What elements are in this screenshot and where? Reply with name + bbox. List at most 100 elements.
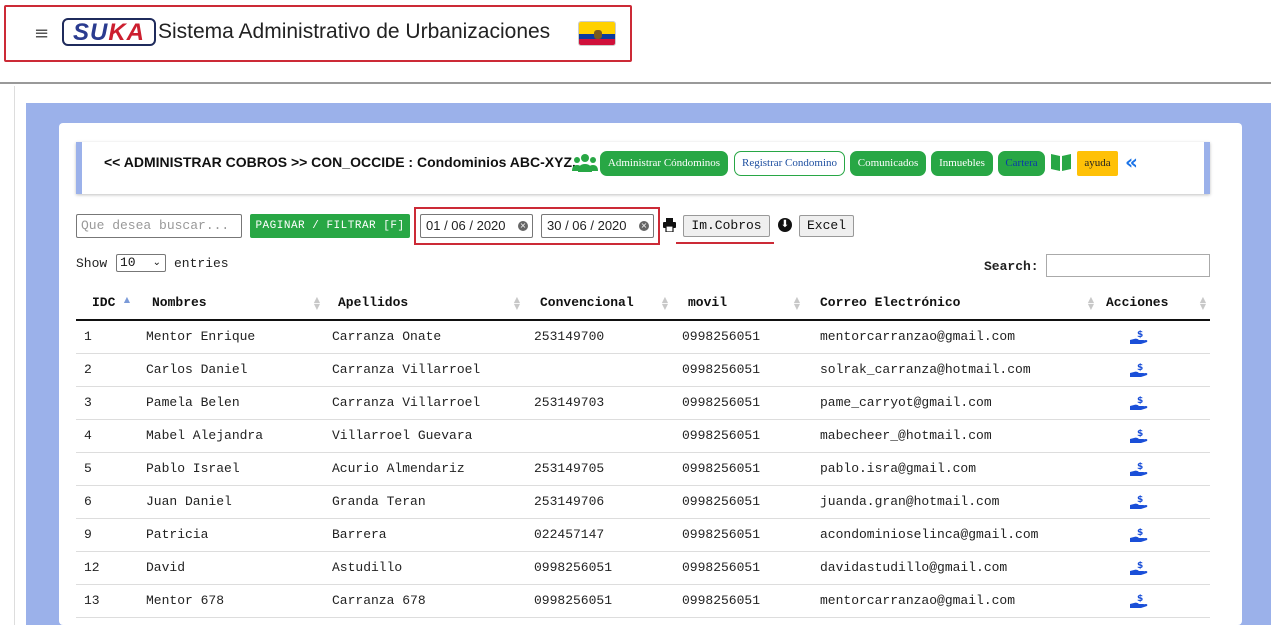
comunicados-button[interactable]: Comunicados: [850, 151, 926, 176]
table-row: 2 Carlos Daniel Carranza Villarroel 0998256…: [76, 353, 1210, 387]
app-header: ≡ SUKA Sistema Administrativo de Urbaniz…: [4, 5, 632, 62]
cell-acciones: $: [1098, 419, 1210, 453]
cell-convencional: 022457147: [524, 518, 672, 552]
cell-nombres: Carlos Daniel: [134, 353, 324, 387]
cell-acciones: $: [1098, 353, 1210, 387]
excel-button[interactable]: Excel: [799, 215, 854, 237]
column-header-convencional[interactable]: Convencional ▲ ▼: [524, 286, 672, 321]
sort-icon: ▲ ▼: [513, 295, 520, 311]
cell-apellidos: Acurio Almendariz: [324, 452, 524, 486]
clear-icon[interactable]: ×: [639, 221, 649, 231]
cell-idc: 12: [76, 551, 134, 585]
cell-convencional: 253149700: [524, 320, 672, 354]
cell-movil: 0998256051: [672, 386, 804, 420]
hamburger-icon[interactable]: ≡: [34, 25, 49, 43]
cell-idc: 6: [76, 485, 134, 519]
printer-icon[interactable]: [663, 218, 676, 232]
cell-movil: 0998256051: [672, 320, 804, 354]
cell-correo: davidastudillo@gmail.com: [804, 551, 1098, 585]
cell-convencional: 253149705: [524, 452, 672, 486]
cell-acciones: $: [1098, 485, 1210, 519]
payment-hand-icon[interactable]: $: [1130, 329, 1148, 345]
sort-asc-icon: ▲: [123, 295, 130, 304]
cell-acciones: $: [1098, 452, 1210, 486]
table-row: 4 Mabel Alejandra Villarroel Guevara 099825…: [76, 419, 1210, 453]
column-header-apellidos[interactable]: Apellidos ▲ ▼: [324, 286, 524, 321]
cell-apellidos: Carranza Villarroel: [324, 386, 524, 420]
cell-movil: 0998256051: [672, 518, 804, 552]
date-from-value: 01 / 06 / 2020: [426, 218, 506, 233]
search-input[interactable]: Que desea buscar...: [76, 214, 242, 238]
cell-movil: 0998256051: [672, 485, 804, 519]
column-header-acciones[interactable]: Acciones ▲ ▼: [1098, 286, 1210, 321]
svg-text:$: $: [1137, 528, 1143, 538]
cell-idc: 1: [76, 320, 134, 354]
payment-hand-icon[interactable]: $: [1130, 461, 1148, 477]
cell-correo: acondominioselinca@gmail.com: [804, 518, 1098, 552]
svg-text:$: $: [1137, 396, 1143, 406]
payment-hand-icon[interactable]: $: [1130, 395, 1148, 411]
cell-convencional: 0998256051: [524, 551, 672, 585]
cartera-button[interactable]: Cartera: [998, 151, 1045, 176]
cell-nombres: Juan Daniel: [134, 485, 324, 519]
sort-icon: ▲ ▼: [793, 295, 800, 311]
payment-hand-icon[interactable]: $: [1130, 428, 1148, 444]
date-to-value: 30 / 06 / 2020: [547, 218, 627, 233]
cell-idc: 13: [76, 584, 134, 618]
column-header-nombres[interactable]: Nombres ▲ ▼: [134, 286, 324, 321]
cell-movil: 0998256051: [672, 584, 804, 618]
clear-icon[interactable]: ×: [518, 221, 528, 231]
svg-text:$: $: [1137, 363, 1143, 373]
double-chevron-left-icon[interactable]: «: [1125, 151, 1138, 173]
cell-idc: 4: [76, 419, 134, 453]
administrar-condominos-button[interactable]: Administrar Cóndominos: [600, 151, 728, 176]
sort-icon: ▲ ▼: [1087, 295, 1094, 311]
table-row: 9 Patricia Barrera 022457147 0998256051 acond…: [76, 518, 1210, 552]
payment-hand-icon[interactable]: $: [1130, 560, 1148, 576]
cell-correo: mentorcarranzao@gmail.com: [804, 320, 1098, 354]
column-header-correo[interactable]: Correo Electrónico ▲ ▼: [804, 286, 1098, 321]
book-icon[interactable]: [1050, 152, 1072, 172]
page-length-select[interactable]: 10 ⌄: [116, 254, 166, 272]
cell-movil: 0998256051: [672, 452, 804, 486]
date-to-input[interactable]: 30 / 06 / 2020 ×: [541, 214, 654, 238]
cell-movil: 0998256051: [672, 353, 804, 387]
imprimir-cobros-button[interactable]: Im.Cobros: [683, 215, 770, 237]
cobros-underline: [676, 242, 774, 244]
cell-idc: 9: [76, 518, 134, 552]
registrar-condomino-button[interactable]: Registrar Condomino: [734, 151, 845, 176]
cell-convencional: 253149706: [524, 485, 672, 519]
date-from-input[interactable]: 01 / 06 / 2020 ×: [420, 214, 533, 238]
download-icon[interactable]: ⬇: [778, 218, 792, 232]
svg-text:$: $: [1137, 462, 1143, 472]
cell-convencional: 0998256051: [524, 584, 672, 618]
column-header-idc[interactable]: IDC ▲: [76, 286, 134, 321]
cell-correo: juanda.gran@hotmail.com: [804, 485, 1098, 519]
cell-nombres: Pamela Belen: [134, 386, 324, 420]
table-search-input[interactable]: [1046, 254, 1210, 277]
column-header-movil[interactable]: movil ▲ ▼: [672, 286, 804, 321]
cell-apellidos: Carranza Onate: [324, 320, 524, 354]
table-row: 3 Pamela Belen Carranza Villarroel 25314970…: [76, 386, 1210, 420]
payment-hand-icon[interactable]: $: [1130, 362, 1148, 378]
cell-correo: mentorcarranzao@gmail.com: [804, 584, 1098, 618]
ayuda-button[interactable]: ayuda: [1077, 151, 1118, 176]
paginar-filtrar-button[interactable]: PAGINAR / FILTRAR [F]: [250, 214, 410, 238]
users-icon: [572, 154, 598, 172]
cell-apellidos: Astudillo: [324, 551, 524, 585]
table-row: 1 Mentor Enrique Carranza Onate 253149700 09…: [76, 320, 1210, 354]
inmuebles-button[interactable]: Inmuebles: [931, 151, 993, 176]
payment-hand-icon[interactable]: $: [1130, 593, 1148, 609]
app-title: Sistema Administrativo de Urbanizaciones: [158, 20, 551, 43]
cell-correo: pablo.isra@gmail.com: [804, 452, 1098, 486]
payment-hand-icon[interactable]: $: [1130, 494, 1148, 510]
cell-correo: solrak_carranza@hotmail.com: [804, 353, 1098, 387]
page-edge: [14, 86, 15, 625]
cell-convencional: 253149703: [524, 386, 672, 420]
cell-acciones: $: [1098, 584, 1210, 618]
cell-acciones: $: [1098, 551, 1210, 585]
cell-idc: 2: [76, 353, 134, 387]
cell-nombres: Mabel Alejandra: [134, 419, 324, 453]
entries-label: entries: [174, 256, 229, 271]
payment-hand-icon[interactable]: $: [1130, 527, 1148, 543]
